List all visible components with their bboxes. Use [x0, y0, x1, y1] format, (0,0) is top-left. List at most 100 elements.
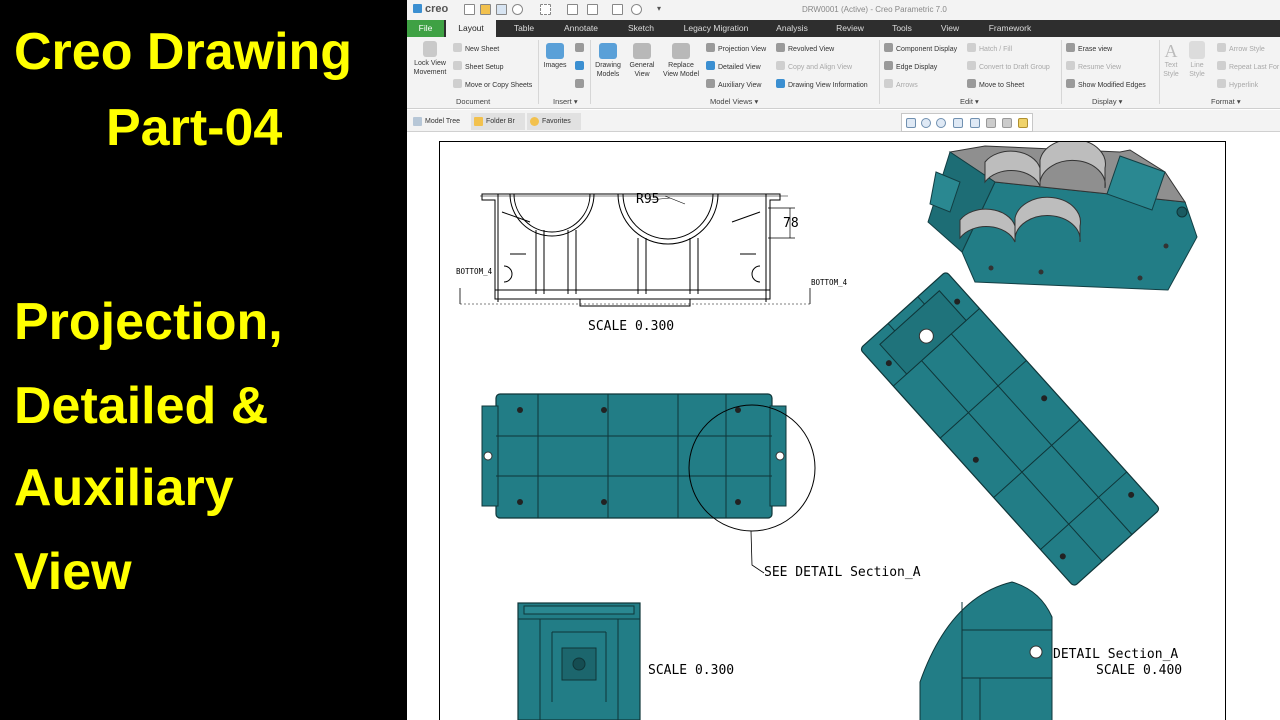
replace-view-model-button[interactable]: Replace View Model [660, 43, 702, 79]
open-folder-icon[interactable] [480, 4, 491, 15]
resume-view-label: Resume View [1078, 64, 1122, 71]
windows-icon[interactable] [587, 4, 598, 15]
customize-dropdown-icon[interactable]: ▾ [657, 4, 661, 13]
tab-analysis[interactable]: Analysis [767, 20, 817, 37]
tab-sketch[interactable]: Sketch [616, 20, 666, 37]
drawing-canvas[interactable]: R95 78 BOTTOM_4 BOTTOM_4 SCALE 0.300 SEE… [407, 133, 1280, 720]
tab-model-tree[interactable]: Model Tree [410, 113, 468, 130]
drawing-models-button[interactable]: Drawing Models [593, 43, 623, 79]
tab-annotate[interactable]: Annotate [556, 20, 606, 37]
hatch-fill-button[interactable]: Hatch / Fill [967, 43, 1012, 53]
front-view[interactable] [459, 193, 811, 307]
sheet-setup-label: Sheet Setup [465, 64, 504, 71]
saved-views-icon[interactable] [986, 118, 996, 128]
refresh-icon[interactable] [631, 4, 642, 15]
lock-icon [423, 41, 437, 57]
tab-tools[interactable]: Tools [877, 20, 927, 37]
datum-display-icon[interactable] [1002, 118, 1012, 128]
insert-link-icon[interactable] [575, 79, 584, 88]
radius-dimension[interactable]: R95 [636, 192, 659, 207]
arrow-style-icon [1217, 43, 1226, 52]
zoom-out-icon[interactable] [936, 118, 946, 128]
datum-label-left[interactable]: BOTTOM_4 [456, 267, 493, 276]
folder-browser-label: Folder Br [486, 118, 515, 125]
erase-view-label: Erase view [1078, 46, 1113, 53]
arrow-style-label: Arrow Style [1229, 46, 1265, 53]
group-label-document: Document [456, 97, 491, 106]
detail-view-section-a[interactable] [919, 581, 1053, 720]
repaint-icon[interactable] [953, 118, 963, 128]
hyperlink-button[interactable]: Hyperlink [1217, 79, 1258, 89]
new-file-icon[interactable] [464, 4, 475, 15]
tab-layout[interactable]: Layout [446, 20, 496, 37]
auxiliary-view-button[interactable]: Auxiliary View [706, 79, 761, 89]
undo-icon[interactable] [512, 4, 523, 15]
show-modified-edges-button[interactable]: Show Modified Edges [1066, 79, 1146, 89]
text-style-icon: A [1164, 41, 1178, 61]
datum-label-right[interactable]: BOTTOM_4 [811, 278, 848, 287]
arrows-button[interactable]: Arrows [884, 79, 918, 89]
tab-review[interactable]: Review [825, 20, 875, 37]
tab-favorites[interactable]: Favorites [527, 113, 581, 130]
title-panel: Creo Drawing Part-04 Projection, Detaile… [0, 0, 407, 720]
favorites-star-icon [530, 117, 539, 126]
general-isometric-view[interactable] [927, 142, 1198, 291]
drawing-models-label: Drawing [595, 62, 621, 69]
general-view-button[interactable]: General View [627, 43, 657, 79]
component-display-button[interactable]: Component Display [884, 43, 957, 53]
annotation-display-icon[interactable] [1018, 118, 1028, 128]
tab-table[interactable]: Table [502, 20, 546, 37]
refit-icon[interactable] [906, 118, 916, 128]
drawing-sheet[interactable]: R95 78 BOTTOM_4 BOTTOM_4 SCALE 0.300 SEE… [439, 141, 1226, 720]
convert-draft-group-button[interactable]: Convert to Draft Group [967, 61, 1050, 71]
text-style-button[interactable]: A Text Style [1159, 41, 1183, 79]
repeat-last-format-button[interactable]: Repeat Last For [1217, 61, 1279, 71]
tab-file[interactable]: File [407, 20, 444, 37]
display-style-icon[interactable] [970, 118, 980, 128]
tab-legacy-migration[interactable]: Legacy Migration [676, 20, 756, 37]
arrow-style-button[interactable]: Arrow Style [1217, 43, 1265, 53]
tab-folder-browser[interactable]: Folder Br [471, 113, 525, 130]
view-information-icon [776, 79, 785, 88]
top-projection-view[interactable] [481, 393, 816, 574]
see-detail-note[interactable]: SEE DETAIL Section_A [764, 565, 921, 580]
revolved-view-button[interactable]: Revolved View [776, 43, 834, 53]
resume-view-button[interactable]: Resume View [1066, 61, 1121, 71]
erase-view-button[interactable]: Erase view [1066, 43, 1112, 53]
ribbon-panel: Lock View Movement New Sheet Sheet Setup… [407, 37, 1280, 109]
line-style-icon [1189, 41, 1205, 59]
regenerate-icon[interactable] [567, 4, 578, 15]
copy-align-label: Copy and Align View [788, 64, 853, 71]
line-style-button[interactable]: Line Style [1185, 41, 1209, 79]
detail-view-name[interactable]: DETAIL Section_A [1053, 647, 1178, 662]
replace-view-icon [672, 43, 690, 59]
redo-icon[interactable] [612, 4, 623, 15]
projection-view-label: Projection View [718, 46, 767, 53]
line-style-label: Line [1190, 62, 1204, 69]
copy-align-view-button[interactable]: Copy and Align View [776, 61, 852, 71]
lock-view-movement-button[interactable]: Lock View Movement [410, 41, 450, 77]
height-dimension[interactable]: 78 [783, 216, 799, 231]
auxiliary-view[interactable] [860, 271, 1160, 586]
side-projection-view[interactable] [517, 602, 641, 720]
new-sheet-label: New Sheet [465, 46, 500, 53]
move-to-sheet-button[interactable]: Move to Sheet [967, 79, 1024, 89]
save-icon[interactable] [496, 4, 507, 15]
projection-view-button[interactable]: Projection View [706, 43, 766, 53]
images-button[interactable]: Images [541, 43, 569, 70]
move-copy-sheets-icon [453, 79, 462, 88]
zoom-in-icon[interactable] [921, 118, 931, 128]
move-copy-sheets-button[interactable]: Move or Copy Sheets [453, 79, 532, 89]
insert-image-icon[interactable] [575, 61, 584, 70]
sheet-setup-button[interactable]: Sheet Setup [453, 61, 504, 71]
edge-display-button[interactable]: Edge Display [884, 61, 937, 71]
tab-framework[interactable]: Framework [980, 20, 1040, 37]
view-information-button[interactable]: Drawing View Information [776, 79, 868, 89]
insert-object-icon[interactable] [575, 43, 584, 52]
revolved-view-label: Revolved View [788, 46, 835, 53]
new-sheet-button[interactable]: New Sheet [453, 43, 499, 53]
side-view-scale: SCALE 0.300 [648, 663, 734, 678]
detailed-view-button[interactable]: Detailed View [706, 61, 761, 71]
select-box-icon[interactable] [540, 4, 551, 15]
tab-view[interactable]: View [925, 20, 975, 37]
